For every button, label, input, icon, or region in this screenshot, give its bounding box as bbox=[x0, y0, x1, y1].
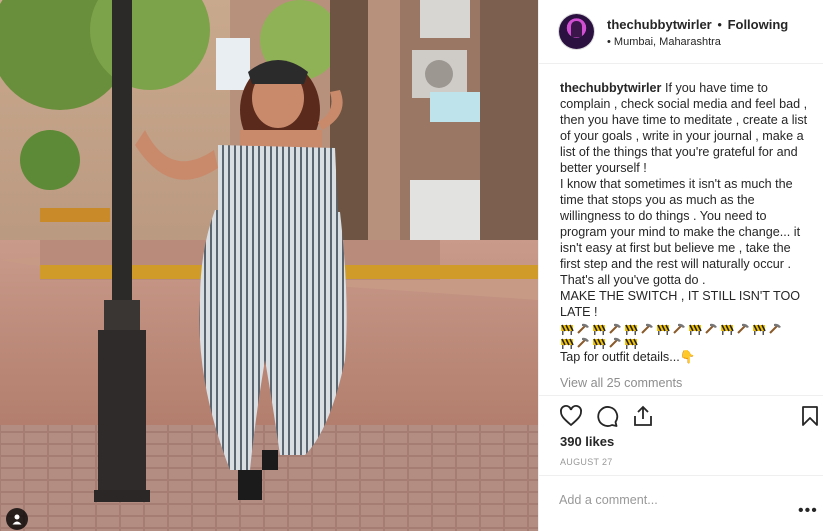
caption-para-1: thechubbytwirler If you have time to com… bbox=[560, 80, 812, 176]
post-image bbox=[0, 0, 538, 531]
share-icon[interactable] bbox=[631, 404, 655, 428]
caption-text-1: If you have time to complain , check soc… bbox=[560, 81, 808, 175]
post-location[interactable]: • Mumbai, Maharashtra bbox=[607, 36, 721, 48]
post-details-panel: thechubbytwirler • Following • Mumbai, M… bbox=[538, 0, 823, 531]
view-all-comments-link[interactable]: View all 25 comments bbox=[560, 376, 682, 390]
hammer-pick-icon bbox=[609, 323, 621, 334]
following-button[interactable]: Following bbox=[728, 17, 789, 32]
post-date: AUGUST 27 bbox=[560, 457, 613, 467]
construction-sign-icon bbox=[625, 324, 638, 335]
outfit-text: Tap for outfit details... bbox=[560, 350, 680, 364]
construction-sign-icon bbox=[657, 324, 670, 335]
post-caption: thechubbytwirler If you have time to com… bbox=[560, 80, 812, 365]
avatar-figure bbox=[571, 21, 582, 37]
pointing-down-icon: 👇 bbox=[679, 350, 696, 364]
hammer-pick-icon bbox=[673, 323, 685, 334]
add-comment-input[interactable] bbox=[559, 490, 779, 510]
action-bar bbox=[539, 395, 823, 435]
author-username[interactable]: thechubbytwirler bbox=[607, 17, 712, 32]
construction-sign-icon bbox=[689, 324, 702, 335]
construction-sign-icon bbox=[593, 338, 606, 349]
more-options-icon[interactable]: ••• bbox=[798, 502, 818, 520]
construction-sign-icon bbox=[625, 338, 638, 349]
location-text[interactable]: Mumbai, Maharashtra bbox=[614, 36, 721, 48]
heart-icon[interactable] bbox=[559, 404, 583, 428]
avatar[interactable] bbox=[559, 14, 594, 49]
caption-para-2: I know that sometimes it isn't as much t… bbox=[560, 177, 801, 287]
caption-para-3: MAKE THE SWITCH , IT STILL ISN'T TOO LAT… bbox=[560, 289, 801, 319]
outfit-line: Tap for outfit details...👇 bbox=[560, 349, 812, 365]
hammer-pick-icon bbox=[577, 337, 589, 348]
construction-sign-icon bbox=[593, 324, 606, 335]
construction-sign-icon bbox=[561, 338, 574, 349]
bookmark-icon[interactable] bbox=[798, 404, 822, 428]
comment-icon[interactable] bbox=[595, 404, 619, 428]
construction-sign-icon bbox=[753, 324, 766, 335]
hammer-pick-icon bbox=[609, 337, 621, 348]
construction-sign-icon bbox=[561, 324, 574, 335]
comment-bar: ••• bbox=[539, 475, 823, 531]
location-bullet: • bbox=[607, 36, 611, 48]
hammer-pick-icon bbox=[705, 323, 717, 334]
hammer-pick-icon bbox=[577, 323, 589, 334]
post-photo[interactable] bbox=[0, 0, 538, 531]
hammer-pick-icon bbox=[641, 323, 653, 334]
likes-count[interactable]: 390 likes bbox=[560, 434, 614, 449]
hammer-pick-icon bbox=[769, 323, 781, 334]
hammer-pick-icon bbox=[737, 323, 749, 334]
post-header: thechubbytwirler • Following • Mumbai, M… bbox=[539, 0, 823, 64]
construction-sign-icon bbox=[721, 324, 734, 335]
tagged-user-icon[interactable] bbox=[6, 508, 28, 530]
emoji-row bbox=[560, 323, 790, 349]
caption-username[interactable]: thechubbytwirler bbox=[560, 81, 661, 95]
separator-dot: • bbox=[717, 17, 722, 32]
post-author: thechubbytwirler • Following bbox=[607, 17, 788, 32]
